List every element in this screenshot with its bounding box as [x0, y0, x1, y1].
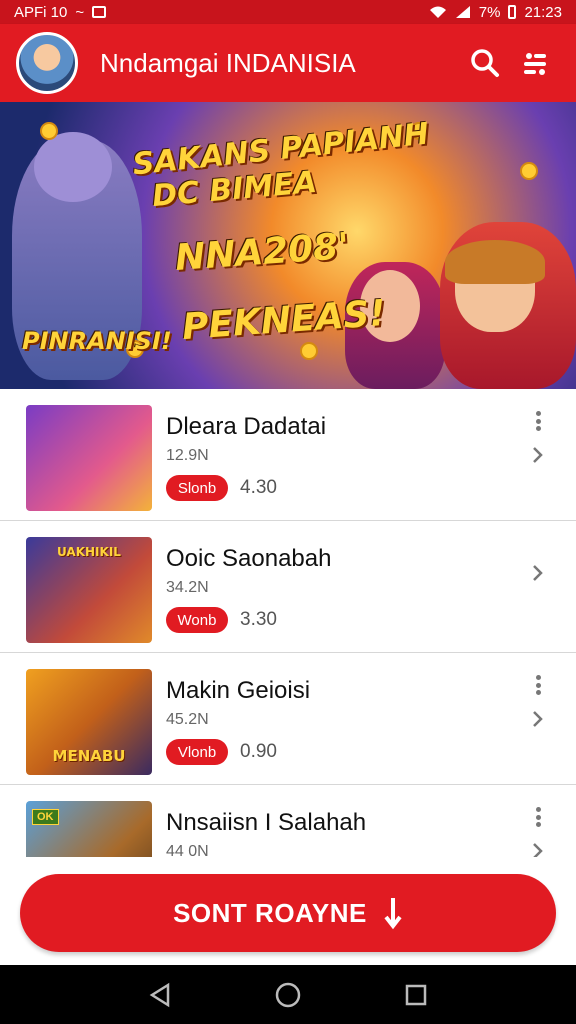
game-badge: Vlonb [166, 739, 228, 765]
list-item[interactable]: MENABU Makin Geioisi 45.2N Vlonb 0.90 [0, 653, 576, 785]
battery-icon [508, 5, 517, 19]
game-thumbnail: MENABU [26, 669, 152, 775]
banner-coin [40, 122, 58, 140]
wifi-icon [429, 6, 446, 18]
game-subtitle: 12.9N [166, 447, 209, 464]
signal-icon [455, 6, 470, 18]
banner-headline-3: NNA208' [173, 225, 351, 280]
banner-coin [300, 342, 318, 360]
list-item[interactable]: UAKHIKIL Ooic Saonabah 34.2N Wonb 3.30 [0, 521, 576, 653]
menu-icon [524, 53, 546, 75]
chevron-right-icon[interactable] [528, 443, 548, 467]
banner-headline-4: PINRANISI! [22, 327, 172, 355]
cta-container: SONT ROAYNE [0, 857, 576, 965]
game-subtitle: 45.2N [166, 711, 209, 728]
recents-icon [405, 984, 427, 1005]
search-button[interactable] [460, 38, 510, 88]
game-list: Dleara Dadatai 12.9N Slonb 4.30 UAKHIKIL… [0, 389, 576, 857]
game-badge: Slonb [166, 475, 228, 501]
game-subtitle: 34.2N [166, 579, 209, 596]
game-thumbnail: OK [26, 801, 152, 857]
search-icon [471, 49, 499, 77]
banner-robot-head [34, 132, 112, 202]
home-button[interactable] [268, 975, 308, 1015]
game-title: Dleara Dadatai [166, 413, 327, 440]
game-title: Nnsaiisn I Salahah [166, 809, 367, 836]
list-item[interactable]: Dleara Dadatai 12.9N Slonb 4.30 [0, 389, 576, 521]
download-arrow-icon [383, 896, 403, 930]
game-thumbnail [26, 405, 152, 511]
game-title: Ooic Saonabah [166, 545, 332, 572]
promo-banner[interactable]: SAKANS PAPIANH DC BIMEA NNA208' PINRANIS… [0, 102, 576, 389]
status-carrier-text: APFi 10 [14, 3, 68, 21]
chevron-right-icon[interactable] [528, 707, 548, 731]
banner-coin [520, 162, 538, 180]
more-options-button[interactable] [528, 675, 548, 695]
system-nav-bar [0, 965, 576, 1024]
more-options-button[interactable] [528, 411, 548, 431]
game-rating: 0.90 [240, 741, 277, 762]
game-rating: 4.30 [240, 477, 277, 498]
status-time: 21:23 [524, 3, 562, 21]
screenshot-icon [92, 6, 107, 18]
game-rating: 3.30 [240, 609, 277, 630]
battery-level: 7% [478, 3, 501, 21]
thumbnail-badge: OK [32, 809, 59, 825]
home-icon [275, 982, 301, 1007]
chevron-right-icon[interactable] [528, 839, 548, 857]
status-bar: APFi 10 ~ 7% 21:23 [0, 0, 576, 24]
recents-button[interactable] [396, 975, 436, 1015]
app-bar: Nndamgai INDANISIA [0, 24, 576, 102]
list-item[interactable]: OK Nnsaiisn I Salahah 44 0N [0, 785, 576, 857]
app-title: Nndamgai INDANISIA [100, 47, 356, 78]
back-icon [149, 982, 170, 1007]
thumbnail-label: UAKHIKIL [57, 545, 121, 559]
cta-label: SONT ROAYNE [173, 897, 367, 928]
game-badge: Wonb [166, 607, 228, 633]
back-button[interactable] [140, 975, 180, 1015]
game-subtitle: 44 0N [166, 843, 209, 857]
banner-hero-hair [445, 240, 545, 284]
more-options-button[interactable] [528, 807, 548, 827]
notification-icon: ~ [75, 3, 85, 21]
menu-button[interactable] [510, 38, 560, 88]
game-thumbnail: UAKHIKIL [26, 537, 152, 643]
chevron-right-icon[interactable] [528, 561, 548, 585]
primary-action-button[interactable]: SONT ROAYNE [20, 874, 556, 952]
avatar[interactable] [16, 32, 78, 94]
thumbnail-label: MENABU [52, 747, 126, 765]
game-title: Makin Geioisi [166, 677, 311, 704]
